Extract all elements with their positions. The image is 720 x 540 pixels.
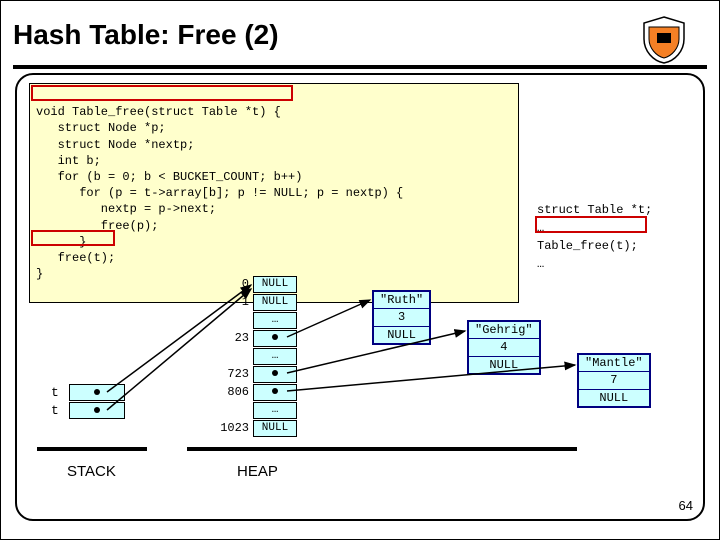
node-val: 3 (374, 309, 429, 326)
pointer-dot-icon (94, 389, 100, 395)
node-next: NULL (469, 357, 539, 373)
bucket-cell: NULL (253, 420, 297, 437)
page-title: Hash Table: Free (2) (13, 13, 707, 51)
bucket-cell-ptr (253, 330, 297, 347)
bucket-idx: 0 (217, 277, 253, 291)
stack-ground (37, 447, 147, 451)
node-mantle: "Mantle" 7 NULL (577, 353, 651, 408)
pointer-dot-icon (272, 334, 278, 340)
pointer-dot-icon (272, 388, 278, 394)
code-listing: void Table_free(struct Table *t) { struc… (29, 83, 519, 303)
code-line: … (537, 221, 544, 235)
bucket-idx: 723 (217, 367, 253, 381)
stack-area: t t (51, 383, 125, 419)
heap-ground (187, 447, 577, 451)
code-line: nextp = p->next; (36, 202, 216, 216)
slide: Hash Table: Free (2) void Table_free(str… (0, 0, 720, 540)
code-line: Table_free(t); (537, 239, 638, 253)
content-frame: void Table_free(struct Table *t) { struc… (15, 73, 705, 521)
bucket-cell: … (253, 348, 297, 365)
bucket-cell-ptr (253, 366, 297, 383)
code-line: int b; (36, 154, 101, 168)
code-line: … (537, 257, 544, 271)
page-number: 64 (679, 498, 693, 513)
stack-label: STACK (67, 463, 116, 480)
stack-cell (69, 402, 125, 419)
node-ruth: "Ruth" 3 NULL (372, 290, 431, 345)
code-line: for (p = t->array[b]; p != NULL; p = nex… (36, 186, 403, 200)
node-val: 7 (579, 372, 649, 389)
bucket-cell: NULL (253, 276, 297, 293)
node-key: "Mantle" (579, 355, 649, 372)
node-key: "Ruth" (374, 292, 429, 309)
code-line: for (b = 0; b < BUCKET_COUNT; b++) (36, 170, 302, 184)
pointer-dot-icon (94, 407, 100, 413)
code-line: struct Node *nextp; (36, 138, 194, 152)
bucket-idx: 23 (217, 331, 253, 345)
bucket-cell: … (253, 312, 297, 329)
bucket-idx: 1023 (217, 421, 253, 435)
node-next: NULL (579, 390, 649, 406)
heap-label: HEAP (237, 463, 278, 480)
stack-cell (69, 384, 125, 401)
bucket-cell: … (253, 402, 297, 419)
bucket-cell-ptr (253, 384, 297, 401)
bucket-idx: 1 (217, 295, 253, 309)
node-gehrig: "Gehrig" 4 NULL (467, 320, 541, 375)
node-key: "Gehrig" (469, 322, 539, 339)
node-next: NULL (374, 327, 429, 343)
node-val: 4 (469, 339, 539, 356)
bucket-idx: 806 (217, 385, 253, 399)
bucket-cell: NULL (253, 294, 297, 311)
code-line: } (36, 267, 43, 281)
pointer-dot-icon (272, 370, 278, 376)
stack-var: t (51, 385, 69, 400)
stack-var: t (51, 403, 69, 418)
code-line: struct Table *t; (537, 203, 652, 217)
code-line: } (36, 235, 86, 249)
code-line: free(t); (36, 251, 115, 265)
title-bar: Hash Table: Free (2) (13, 13, 707, 69)
princeton-crest-icon (639, 15, 689, 65)
code-line: struct Node *p; (36, 121, 166, 135)
code-line: void Table_free(struct Table *t) { (36, 105, 281, 119)
caller-code: struct Table *t; … Table_free(t); … (537, 183, 652, 291)
bucket-array: 0NULL 1NULL … 23 … 723 806 … 1023NULL (217, 275, 297, 437)
code-line: free(p); (36, 219, 158, 233)
